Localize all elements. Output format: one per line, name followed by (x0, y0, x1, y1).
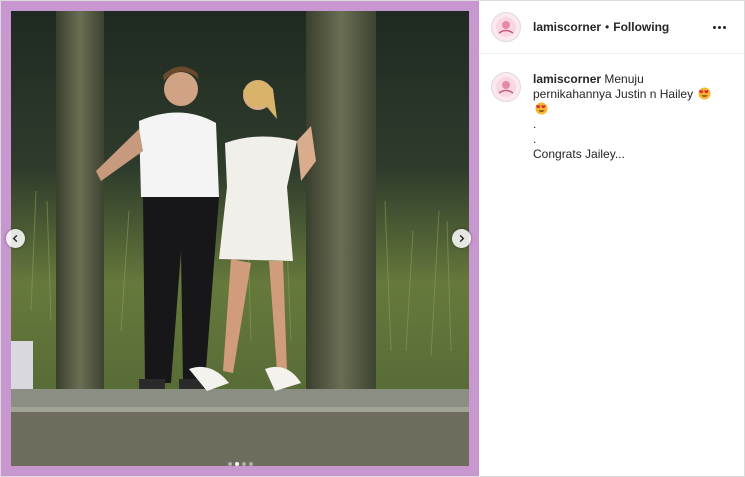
avatar[interactable] (491, 12, 521, 42)
carousel-next-button[interactable] (452, 229, 471, 248)
post-side-panel: lamiscorner • Following lamiscorner Menu… (479, 1, 744, 476)
post-media-frame (1, 1, 479, 476)
post-photo[interactable] (11, 11, 469, 466)
carousel-indicator (1, 462, 479, 466)
carousel-dot (227, 462, 232, 466)
chevron-right-icon (459, 234, 465, 243)
caption-congrats-line: Congrats Jailey... (533, 147, 625, 161)
caption-comment: lamiscorner Menuju pernikahannya Justin … (479, 54, 744, 162)
caption-dot-line: . (533, 117, 537, 131)
more-dot (718, 25, 721, 29)
caption-dot-line: . (533, 132, 537, 146)
header-username-link[interactable]: lamiscorner (533, 20, 601, 34)
carousel-prev-button[interactable] (6, 229, 25, 248)
carousel-dot-active (234, 462, 239, 466)
caption-avatar[interactable] (491, 72, 521, 102)
more-dot (713, 25, 716, 29)
more-options-button[interactable] (709, 22, 730, 33)
heart-eyes-emoji-icon (698, 87, 711, 100)
header-separator: • (605, 20, 610, 34)
more-dot (723, 25, 726, 29)
profile-logo-icon (496, 17, 516, 37)
heart-eyes-emoji-icon (535, 102, 548, 115)
profile-logo-icon (496, 77, 516, 97)
chevron-left-icon (12, 234, 18, 243)
post-header: lamiscorner • Following (479, 1, 744, 54)
carousel-dot (248, 462, 253, 466)
photo-illustration (11, 11, 469, 466)
caption-body: lamiscorner Menuju pernikahannya Justin … (533, 72, 723, 162)
instagram-post: lamiscorner • Following lamiscorner Menu… (0, 0, 745, 477)
following-button[interactable]: Following (613, 20, 669, 34)
caption-username-link[interactable]: lamiscorner (533, 72, 601, 86)
carousel-dot (241, 462, 246, 466)
